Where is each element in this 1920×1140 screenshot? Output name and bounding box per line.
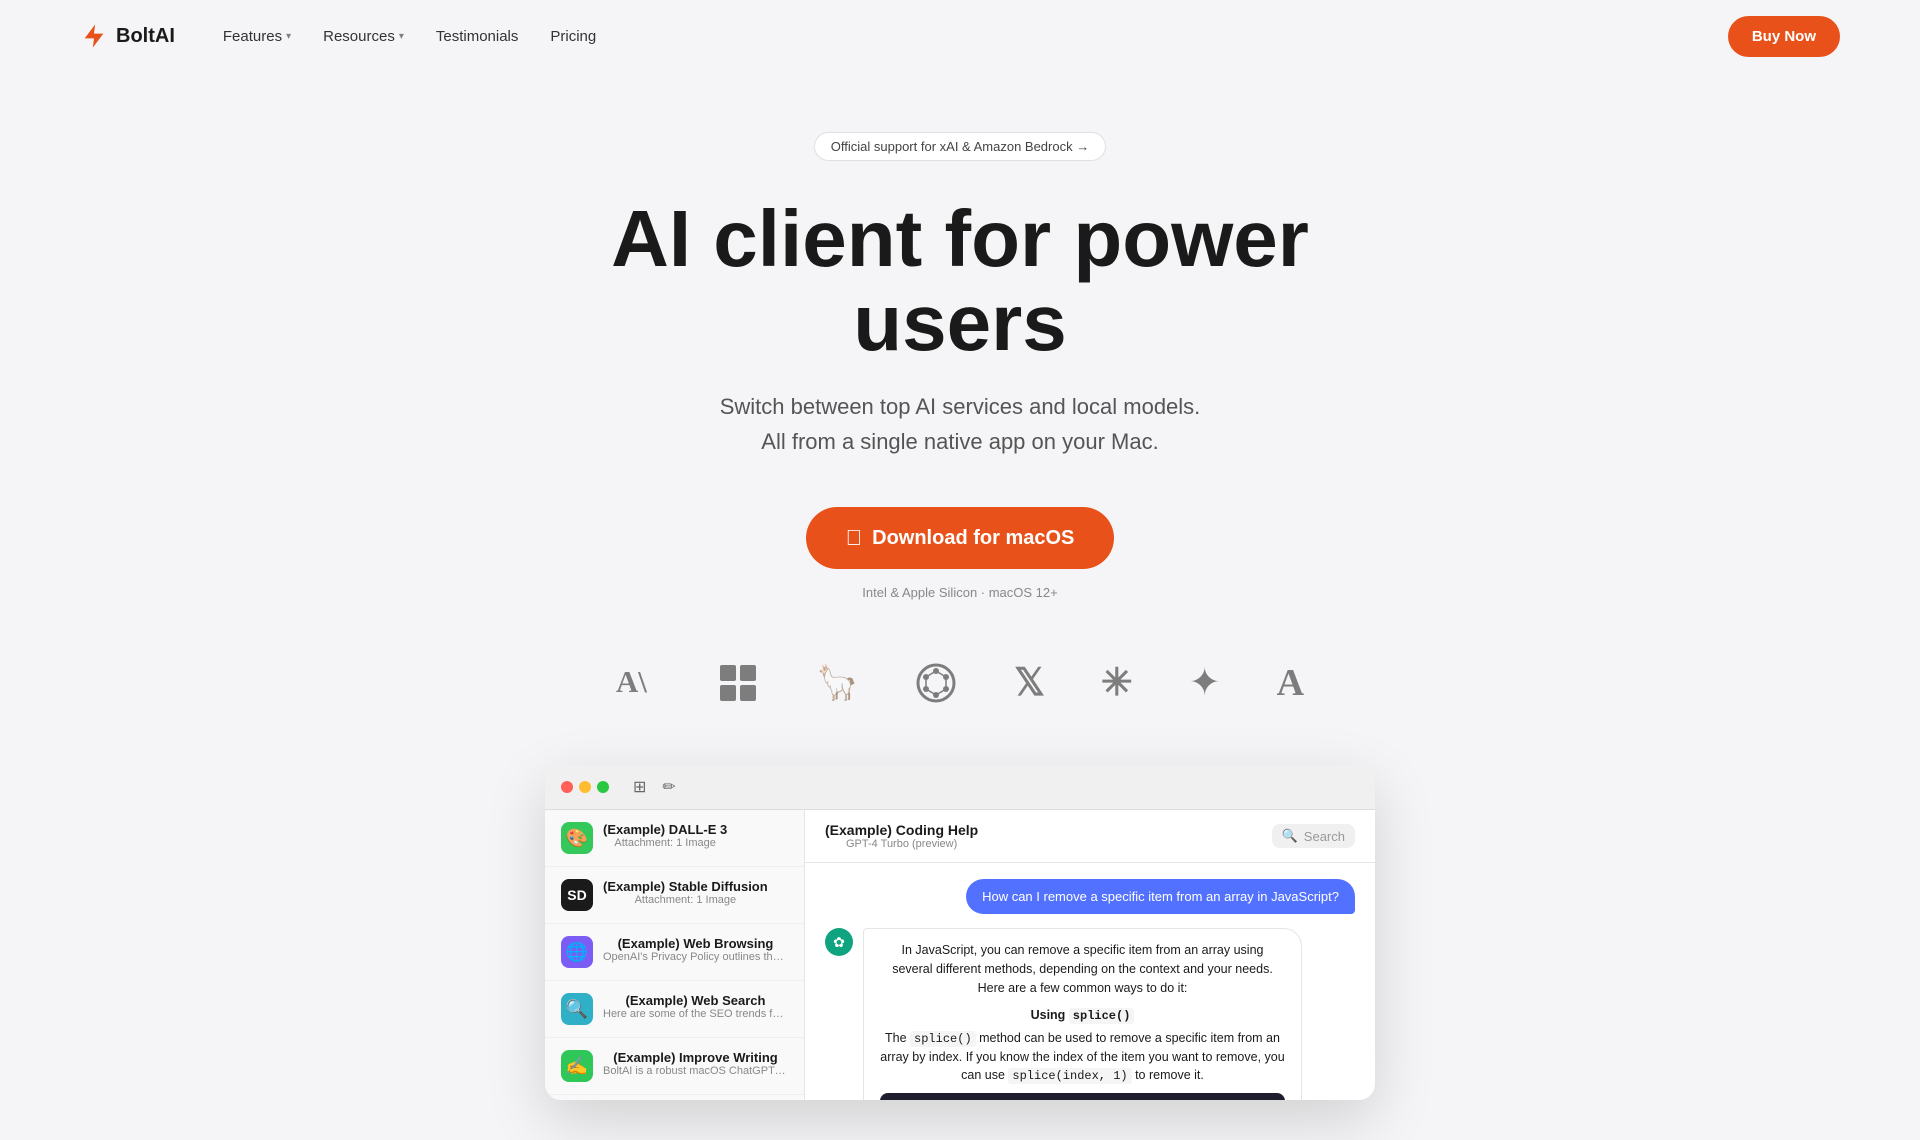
conv-icon-dalle: 🎨 [561,822,593,854]
nav-item-features[interactable]: Features ▾ [223,28,291,45]
conversation-item[interactable]: 🎨 (Example) DALL-E 3 Attachment: 1 Image [545,810,804,867]
ai-avatar: ✿ [825,928,853,956]
nav-left: BoltAI Features ▾ Resources ▾ Testimonia… [80,22,596,50]
xai-icon: 𝕏 [1014,660,1045,705]
search-icon: 🔍 [1282,828,1298,844]
conversation-item[interactable]: A (Example) Writing Content [545,1095,804,1100]
conversation-item[interactable]: ✍ (Example) Improve Writing BoltAI is a … [545,1038,804,1095]
ai-bubble: In JavaScript, you can remove a specific… [863,928,1302,1100]
apple-icon:  [846,525,863,551]
titlebar-icons: ⊞ ✏ [633,777,676,797]
nav-item-resources[interactable]: Resources ▾ [323,28,404,45]
conv-icon-web-search: 🔍 [561,993,593,1025]
chat-title-block: (Example) Coding Help GPT-4 Turbo (previ… [825,822,978,850]
traffic-lights [561,781,609,793]
hero-title: AI client for power users [510,197,1410,365]
midjourney-icon [716,661,760,705]
bolt-icon [80,22,108,50]
app-preview-window: ⊞ ✏ 🎨 (Example) DALL-E 3 Attachment: 1 I… [545,765,1375,1100]
chat-header: (Example) Coding Help GPT-4 Turbo (previ… [805,810,1375,863]
chevron-down-icon: ▾ [399,31,404,42]
hero-subtitle: Switch between top AI services and local… [720,389,1201,459]
brand-name: BoltAI [116,25,175,48]
conversation-item[interactable]: 🔍 (Example) Web Search Here are some of … [545,981,804,1038]
nav-links: Features ▾ Resources ▾ Testimonials Pric… [223,28,596,45]
ollama-icon: 🦙 [816,663,858,703]
close-button[interactable] [561,781,573,793]
conv-icon-web-browsing: 🌐 [561,936,593,968]
brand-logo[interactable]: BoltAI [80,22,175,50]
sidebar-toggle-icon[interactable]: ⊞ [633,777,646,797]
conversation-item[interactable]: SD (Example) Stable Diffusion Attachment… [545,867,804,924]
app-titlebar: ⊞ ✏ [545,765,1375,810]
chat-search[interactable]: 🔍 Search [1272,824,1355,848]
app-body: 🎨 (Example) DALL-E 3 Attachment: 1 Image… [545,810,1375,1100]
code-block: let array = [1, 2, 3, 4, 5]; let indexTo… [880,1093,1285,1100]
nav-item-testimonials[interactable]: Testimonials [436,28,519,45]
hero-section: Official support for xAI & Amazon Bedroc… [0,72,1920,1140]
navbar: BoltAI Features ▾ Resources ▾ Testimonia… [0,0,1920,72]
minimize-button[interactable] [579,781,591,793]
chat-messages: How can I remove a specific item from an… [805,863,1375,1100]
conv-icon-improve-writing: ✍ [561,1050,593,1082]
compose-icon[interactable]: ✏ [662,777,675,797]
azure-icon: A [1277,661,1304,705]
download-button[interactable]:  Download for macOS [806,507,1115,569]
conv-icon-stable-diffusion: SD [561,879,593,911]
buy-now-button[interactable]: Buy Now [1728,16,1840,57]
download-subtext: Intel & Apple Silicon · macOS 12+ [862,585,1057,600]
app-chat: (Example) Coding Help GPT-4 Turbo (previ… [805,810,1375,1100]
nav-item-pricing[interactable]: Pricing [550,28,596,45]
chevron-down-icon: ▾ [286,31,291,42]
gemini-icon: ✦ [1189,660,1221,705]
maximize-button[interactable] [597,781,609,793]
svg-text:A\: A\ [616,665,647,699]
chat-model: GPT-4 Turbo (preview) [825,838,978,850]
method-title: Using splice() [880,1006,1285,1025]
anthropic-icon: A\ [616,661,660,705]
chat-name: (Example) Coding Help [825,822,978,838]
app-sidebar: 🎨 (Example) DALL-E 3 Attachment: 1 Image… [545,810,805,1100]
openai-icon [914,661,958,705]
user-message: How can I remove a specific item from an… [966,879,1355,914]
perplexity-icon: ✳ [1101,660,1133,705]
ai-message: ✿ In JavaScript, you can remove a specif… [825,928,1302,1100]
announcement-badge[interactable]: Official support for xAI & Amazon Bedroc… [814,132,1106,161]
ai-logos-row: A\ 🦙 [616,660,1304,705]
conversation-item[interactable]: 🌐 (Example) Web Browsing OpenAI's Privac… [545,924,804,981]
